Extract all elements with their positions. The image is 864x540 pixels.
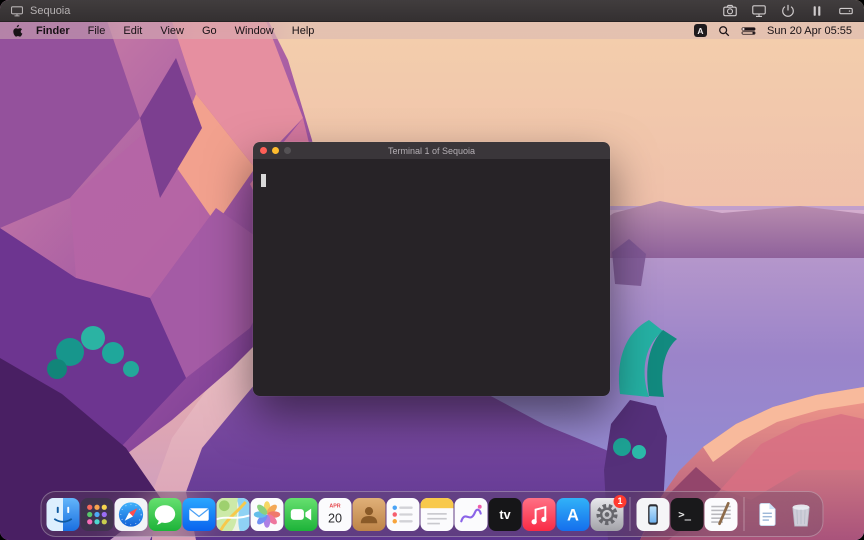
vm-toolbar: Sequoia bbox=[0, 0, 864, 22]
dock-separator bbox=[743, 497, 745, 531]
menu-item-file[interactable]: File bbox=[79, 25, 115, 37]
dock-safari[interactable] bbox=[114, 497, 148, 531]
dock-iphone-mirroring[interactable] bbox=[636, 497, 670, 531]
minimize-button[interactable] bbox=[272, 147, 279, 154]
menu-bar: Finder File Edit View Go Window Help A S… bbox=[0, 22, 864, 39]
menu-item-edit[interactable]: Edit bbox=[114, 25, 151, 37]
dock-terminal[interactable]: >_ bbox=[670, 497, 704, 531]
dock-photos[interactable] bbox=[250, 497, 284, 531]
terminal-titlebar[interactable]: Terminal 1 of Sequoia bbox=[253, 142, 610, 159]
vm-title: Sequoia bbox=[30, 4, 71, 17]
power-icon[interactable] bbox=[779, 2, 796, 19]
dock-contacts[interactable] bbox=[352, 497, 386, 531]
dock-music[interactable] bbox=[522, 497, 556, 531]
menubar-clock[interactable]: Sun 20 Apr 05:55 bbox=[767, 25, 852, 37]
dock-reminders[interactable] bbox=[386, 497, 420, 531]
display-icon bbox=[10, 4, 24, 18]
svg-text:APR: APR bbox=[329, 503, 340, 509]
dock: APR 20 tv A 1 >_ bbox=[40, 491, 824, 537]
control-center-icon[interactable] bbox=[741, 25, 756, 37]
terminal-cursor bbox=[261, 174, 266, 187]
display-capture-icon[interactable] bbox=[750, 2, 767, 19]
svg-text:A: A bbox=[567, 506, 579, 524]
input-source-indicator[interactable]: A bbox=[693, 24, 707, 37]
vm-actions bbox=[721, 2, 854, 19]
menu-item-help[interactable]: Help bbox=[283, 25, 324, 37]
menu-item-view[interactable]: View bbox=[151, 25, 193, 37]
svg-text:>_: >_ bbox=[678, 507, 691, 520]
apple-menu[interactable] bbox=[12, 24, 23, 38]
vm-title-group: Sequoia bbox=[10, 4, 70, 18]
dock-launchpad[interactable] bbox=[80, 497, 114, 531]
camera-icon[interactable] bbox=[721, 2, 738, 19]
traffic-lights bbox=[253, 147, 291, 154]
notification-badge: 1 bbox=[613, 494, 627, 508]
dock-messages[interactable] bbox=[148, 497, 182, 531]
dock-downloads[interactable] bbox=[751, 498, 784, 531]
dock-mail[interactable] bbox=[182, 497, 216, 531]
zoom-button[interactable] bbox=[284, 147, 291, 154]
drive-icon[interactable] bbox=[837, 2, 854, 19]
search-icon[interactable] bbox=[718, 25, 730, 37]
dock-separator bbox=[629, 497, 631, 531]
dock-facetime[interactable] bbox=[284, 497, 318, 531]
svg-text:tv: tv bbox=[499, 507, 510, 521]
dock-notes[interactable] bbox=[420, 497, 454, 531]
menu-item-window[interactable]: Window bbox=[226, 25, 283, 37]
menu-item-go[interactable]: Go bbox=[193, 25, 226, 37]
dock-tv[interactable]: tv bbox=[488, 497, 522, 531]
terminal-window-title: Terminal 1 of Sequoia bbox=[387, 145, 476, 156]
menu-bar-status: A Sun 20 Apr 05:55 bbox=[693, 24, 852, 37]
dock-finder[interactable] bbox=[46, 497, 80, 531]
dock-textedit[interactable] bbox=[704, 497, 738, 531]
dock-trash[interactable] bbox=[785, 498, 818, 531]
dock-maps[interactable] bbox=[216, 497, 250, 531]
dock-freeform[interactable] bbox=[454, 497, 488, 531]
pause-icon[interactable] bbox=[808, 2, 825, 19]
dock-calendar[interactable]: APR 20 bbox=[318, 497, 352, 531]
dock-appstore[interactable]: A bbox=[556, 497, 590, 531]
svg-text:20: 20 bbox=[328, 511, 342, 525]
terminal-content[interactable] bbox=[253, 159, 610, 396]
terminal-window: Terminal 1 of Sequoia bbox=[253, 142, 610, 396]
vm-screen: Sequoia Finder File Edit View Go Window … bbox=[0, 0, 864, 540]
dock-settings[interactable]: 1 bbox=[590, 494, 627, 531]
menu-item-finder[interactable]: Finder bbox=[27, 25, 79, 37]
close-button[interactable] bbox=[260, 147, 267, 154]
